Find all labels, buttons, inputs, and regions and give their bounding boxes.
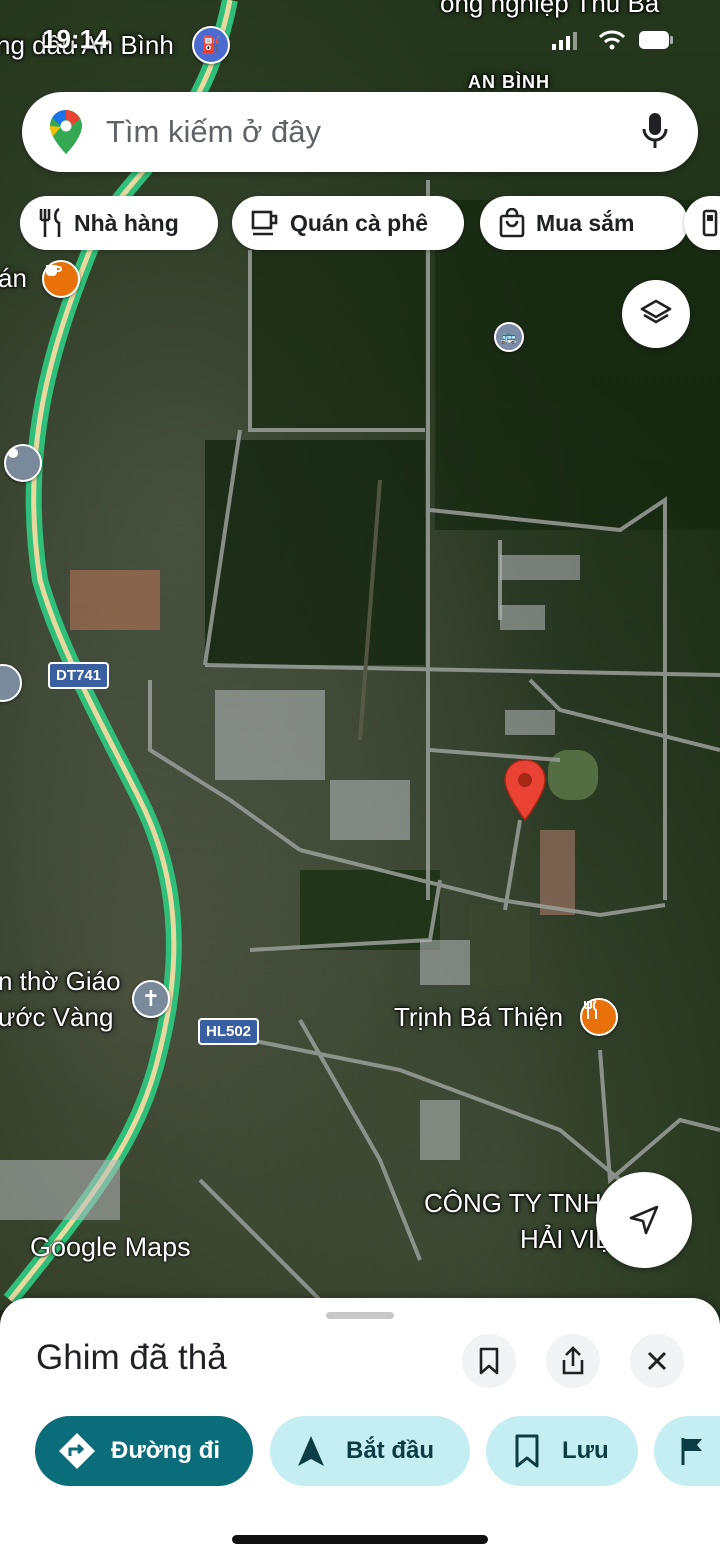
shopping-bag-icon xyxy=(499,208,525,238)
search-input[interactable]: Tìm kiếm ở đây xyxy=(106,114,321,150)
share-icon xyxy=(562,1346,584,1375)
share-button[interactable] xyxy=(546,1334,600,1388)
close-icon xyxy=(647,1351,667,1371)
dropped-pin-icon[interactable] xyxy=(502,758,548,824)
gas-pump-icon xyxy=(702,209,718,237)
chip-shopping[interactable]: Mua sắm xyxy=(480,196,688,250)
google-maps-attribution: Google Maps xyxy=(30,1232,191,1262)
bookmark-icon xyxy=(479,1347,499,1375)
restaurant-icon[interactable] xyxy=(580,998,618,1036)
chip-cafes[interactable]: Quán cà phê xyxy=(232,196,464,250)
chip-cafes-label: Quán cà phê xyxy=(290,209,429,236)
status-bar: 19:14 xyxy=(0,22,720,62)
directions-icon xyxy=(59,1433,95,1469)
home-indicator[interactable] xyxy=(232,1535,488,1544)
signal-icon xyxy=(552,32,577,50)
sheet-title: Ghim đã thả xyxy=(36,1338,227,1377)
map-label-church-1: n thờ Giáo xyxy=(0,966,121,996)
close-button[interactable] xyxy=(630,1334,684,1388)
place-icon[interactable] xyxy=(4,444,42,482)
map-label-company-1: CÔNG TY TNH xyxy=(424,1188,602,1218)
status-time: 19:14 xyxy=(42,24,109,54)
sheet-drag-handle[interactable] xyxy=(326,1312,394,1319)
navigation-icon xyxy=(298,1436,324,1466)
chip-restaurants-label: Nhà hàng xyxy=(74,209,179,236)
save-button[interactable]: Lưu xyxy=(486,1416,638,1486)
cafe-icon[interactable] xyxy=(42,260,80,298)
church-icon[interactable]: ✝ xyxy=(132,980,170,1018)
map-label-restaurant: Trịnh Bá Thiện xyxy=(394,1002,564,1032)
my-location-button[interactable] xyxy=(596,1172,692,1268)
battery-icon xyxy=(639,31,673,49)
bookmark-outline-icon xyxy=(515,1434,539,1468)
directions-button[interactable]: Đường đi xyxy=(35,1416,253,1486)
layers-button[interactable] xyxy=(622,280,690,348)
google-maps-logo-icon xyxy=(50,110,82,154)
road-badge-dt741: DT741 xyxy=(48,662,110,689)
place-bottom-sheet[interactable]: Ghim đã thả Đường đi Bắt đầu Lưu xyxy=(0,1298,720,1559)
layers-icon xyxy=(640,299,672,324)
map-label-cafe: án xyxy=(0,263,27,293)
microphone-icon[interactable] xyxy=(642,112,668,150)
bus-stop-icon[interactable]: 🚌 xyxy=(494,322,524,352)
coffee-cup-icon xyxy=(251,210,278,236)
wifi-icon xyxy=(598,30,626,50)
map-label-district: AN BÌNH xyxy=(468,72,550,92)
chip-restaurants[interactable]: Nhà hàng xyxy=(20,196,218,250)
navigation-arrow-icon xyxy=(629,1205,659,1235)
save-label: Lưu xyxy=(562,1437,609,1464)
map-label-top-right: ông nghiệp Thu Bá xyxy=(440,0,660,18)
category-chips: Nhà hàng Quán cà phê Mua sắm xyxy=(20,196,720,250)
bookmark-button[interactable] xyxy=(462,1334,516,1388)
start-button[interactable]: Bắt đầu xyxy=(270,1416,470,1486)
label-button-partial[interactable] xyxy=(654,1416,720,1486)
flag-icon xyxy=(681,1438,702,1465)
search-bar[interactable]: Tìm kiếm ở đây xyxy=(22,92,698,172)
chip-shopping-label: Mua sắm xyxy=(536,209,635,236)
start-label: Bắt đầu xyxy=(346,1437,435,1464)
directions-label: Đường đi xyxy=(111,1437,221,1464)
utensils-icon xyxy=(39,208,61,237)
chip-gas-partial[interactable] xyxy=(684,196,720,250)
road-badge-hl502: HL502 xyxy=(198,1018,260,1045)
map-label-church-2: ước Vàng xyxy=(0,1002,114,1032)
